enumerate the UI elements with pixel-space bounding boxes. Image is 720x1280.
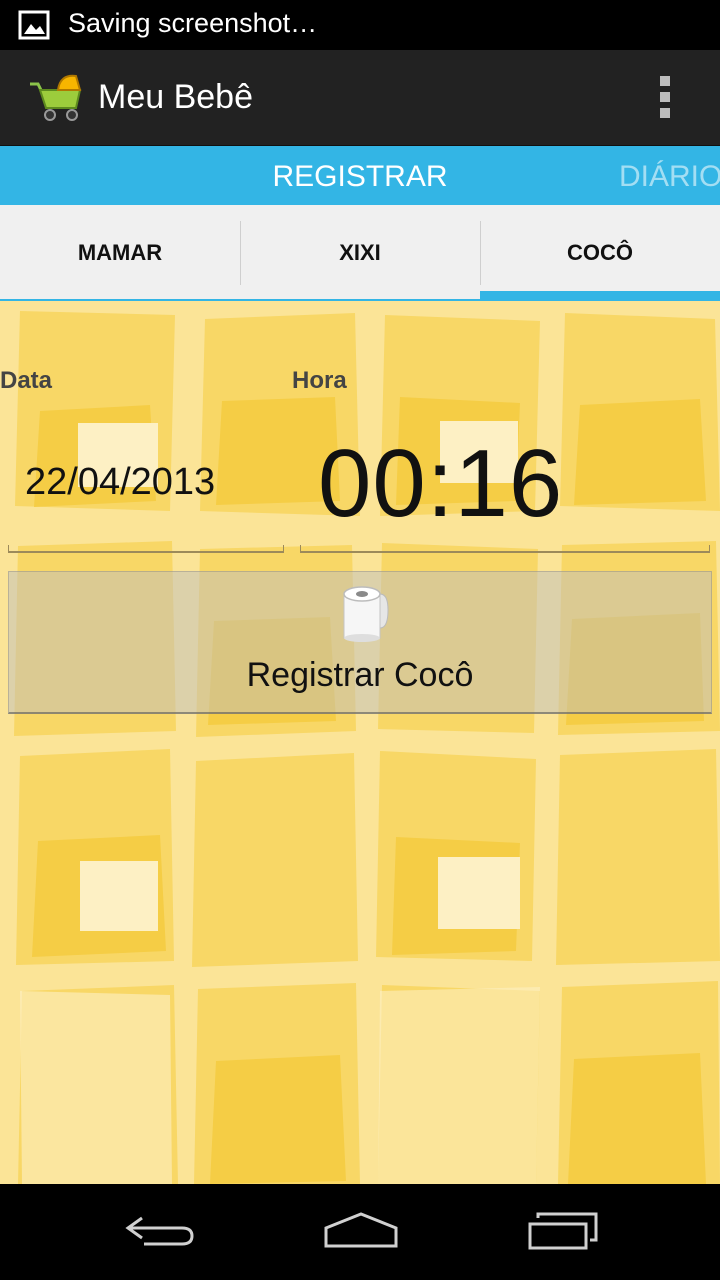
- time-field[interactable]: 00:16: [318, 429, 563, 539]
- recent-apps-icon[interactable]: [526, 1210, 600, 1252]
- home-icon[interactable]: [322, 1210, 400, 1250]
- app-title: Meu Bebê: [98, 78, 253, 116]
- page-title-diario[interactable]: DIÁRIO: [619, 160, 720, 194]
- baby-stroller-icon[interactable]: [28, 72, 86, 122]
- back-icon[interactable]: [122, 1210, 198, 1250]
- tab-label: COCÔ: [567, 240, 633, 265]
- status-bar: Saving screenshot…: [0, 0, 720, 50]
- page-indicator: REGISTRAR DIÁRIO: [0, 146, 720, 205]
- register-coco-button[interactable]: Registrar Cocô: [8, 571, 712, 714]
- time-field-underline: [300, 545, 710, 553]
- tab-coco[interactable]: COCÔ: [480, 205, 720, 301]
- page-title-registrar[interactable]: REGISTRAR: [0, 160, 720, 194]
- status-notification-text: Saving screenshot…: [68, 8, 318, 38]
- date-field-underline: [8, 545, 284, 553]
- tab-mamar[interactable]: MAMAR: [0, 205, 240, 301]
- toilet-paper-icon: [343, 586, 389, 642]
- date-field[interactable]: 22/04/2013: [25, 461, 215, 504]
- content-area: Data Hora 22/04/2013 00:16 Registrar Coc…: [0, 301, 720, 1184]
- overflow-menu-icon[interactable]: [650, 76, 680, 122]
- tab-indicator-active: [480, 291, 720, 301]
- tab-label: XIXI: [339, 240, 381, 265]
- tab-label: MAMAR: [77, 240, 163, 265]
- tab-xixi[interactable]: XIXI: [240, 205, 480, 301]
- image-icon: [18, 10, 50, 40]
- register-button-label: Registrar Cocô: [246, 656, 474, 694]
- date-label: Data: [0, 367, 53, 394]
- tab-bar: MAMAR XIXI COCÔ: [0, 205, 720, 301]
- navigation-bar: [0, 1184, 720, 1280]
- action-bar: Meu Bebê: [0, 50, 720, 146]
- time-label: Hora: [292, 367, 347, 394]
